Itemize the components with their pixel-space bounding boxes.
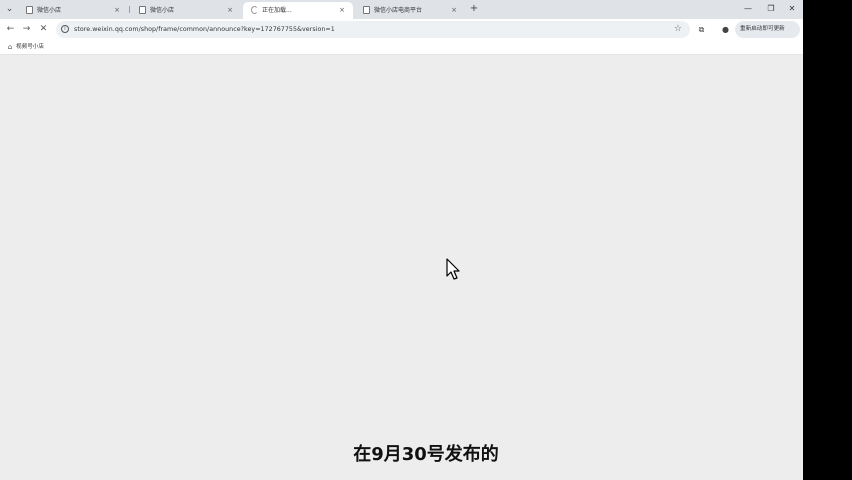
tab-label: 正在加载...: [262, 7, 292, 14]
mouse-cursor-icon: [446, 258, 460, 280]
bookmark-star-icon[interactable]: ☆: [674, 24, 682, 34]
tab-label: 微信小店电商平台: [374, 7, 423, 14]
update-chip-label: 重新启动即可更新: [740, 26, 785, 32]
new-tab-button[interactable]: +: [468, 2, 480, 16]
tab-close-icon[interactable]: ×: [227, 5, 233, 15]
tab-divider: [129, 6, 130, 13]
tab-search-dropdown-icon[interactable]: ⌄: [3, 3, 16, 16]
back-arrow-icon[interactable]: ←: [4, 23, 17, 36]
bookmarks-bar: ⌂ 视频号小店: [0, 40, 803, 55]
url-text[interactable]: store.weixin.qq.com/shop/frame/common/an…: [74, 25, 335, 34]
bookmark-item-label[interactable]: 视频号小店: [16, 43, 44, 52]
tab-loading-active[interactable]: 正在加载... ×: [243, 2, 353, 19]
update-chip-button[interactable]: 重新启动即可更新: [735, 21, 800, 38]
page-icon: [139, 6, 146, 14]
tab-label: 微信小店: [150, 7, 175, 14]
browser-window: ⌄ 微信小店 × 微信小店 × 正在加载... × 微信小店电商平台 × + —…: [0, 0, 803, 480]
address-bar[interactable]: i store.weixin.qq.com/shop/frame/common/…: [56, 21, 690, 38]
tab-strip: ⌄ 微信小店 × 微信小店 × 正在加载... × 微信小店电商平台 × + —…: [0, 0, 803, 19]
restore-icon[interactable]: ❐: [764, 2, 778, 16]
tab-label: 微信小店: [37, 7, 62, 14]
site-info-icon[interactable]: i: [61, 25, 69, 33]
video-subtitle: 在9月30号发布的: [353, 444, 499, 465]
forward-arrow-icon[interactable]: →: [20, 23, 33, 36]
loading-spinner-icon: [251, 6, 258, 14]
tab-close-icon[interactable]: ×: [114, 5, 120, 15]
tab-close-icon[interactable]: ×: [451, 5, 457, 15]
minimize-icon[interactable]: —: [741, 2, 755, 16]
profile-avatar-icon[interactable]: ●: [719, 23, 732, 36]
page-icon: [26, 6, 33, 14]
page-icon: [363, 6, 370, 14]
black-margin: [803, 0, 852, 480]
tab-close-icon[interactable]: ×: [339, 5, 345, 15]
tab-weixin-store-2[interactable]: 微信小店 ×: [131, 2, 241, 19]
tab-weixin-store-platform[interactable]: 微信小店电商平台 ×: [355, 2, 465, 19]
page-content-area: [0, 55, 803, 480]
stop-loading-icon[interactable]: ✕: [37, 23, 50, 36]
close-window-icon[interactable]: ✕: [785, 2, 799, 16]
shop-icon: ⌂: [7, 43, 13, 51]
extensions-icon[interactable]: ⧉: [695, 23, 708, 36]
tab-weixin-store-1[interactable]: 微信小店 ×: [18, 2, 128, 19]
toolbar: ← → ✕ i store.weixin.qq.com/shop/frame/c…: [0, 19, 803, 40]
